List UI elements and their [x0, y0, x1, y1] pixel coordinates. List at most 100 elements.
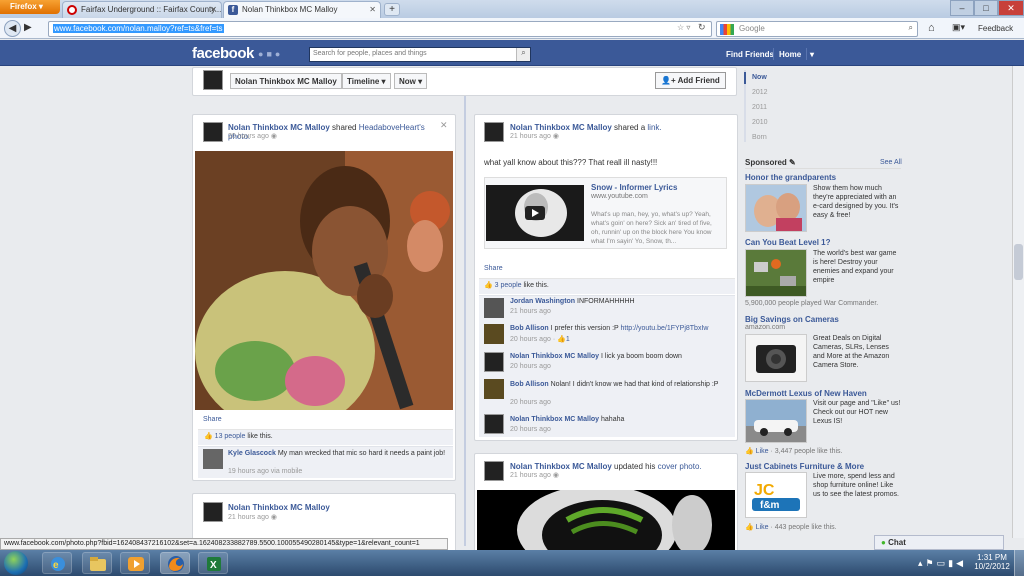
new-tab-button[interactable]: + — [384, 3, 400, 16]
post-avatar[interactable] — [484, 461, 504, 481]
add-friend-button[interactable]: 👤+ Add Friend — [655, 72, 726, 89]
ad-image[interactable] — [745, 249, 807, 297]
year-nav-2011[interactable]: 2011 — [752, 104, 767, 111]
maximize-window-icon[interactable]: □ — [974, 0, 998, 16]
tray-arrow-icon[interactable]: ▴ — [918, 558, 926, 568]
comment-author-link[interactable]: Nolan Thinkbox MC Malloy — [510, 416, 599, 423]
show-desktop-button[interactable] — [1014, 550, 1024, 576]
tab-fairfax[interactable]: Fairfax Underground :: Fairfax County...… — [62, 1, 222, 18]
ad-title[interactable]: Big Savings on Cameras — [745, 315, 839, 324]
bookmarks-icon[interactable]: ▣▾ — [952, 22, 965, 33]
display-icon[interactable]: ▭ — [937, 558, 949, 568]
share-link[interactable]: Share — [484, 265, 503, 272]
account-menu-chevron-down-icon[interactable]: ▾ — [810, 50, 814, 59]
comment-author-link[interactable]: Nolan Thinkbox MC Malloy — [510, 353, 599, 360]
comment-avatar[interactable] — [484, 324, 504, 344]
home-icon[interactable]: ⌂ — [928, 22, 935, 34]
messages-icon[interactable]: ■ — [266, 49, 274, 59]
ad-title[interactable]: Can You Beat Level 1? — [745, 238, 831, 247]
system-clock[interactable]: 1:31 PM 10/2/2012 — [974, 553, 1010, 571]
link-title[interactable]: Snow - Informer Lyrics — [591, 183, 677, 192]
likes-link[interactable]: 13 people — [215, 433, 246, 440]
post-target-link[interactable]: cover photo. — [658, 462, 702, 471]
post-avatar[interactable] — [203, 122, 223, 142]
post-time[interactable]: 21 hours ago ◉ — [510, 471, 559, 479]
home-link[interactable]: Home — [779, 50, 801, 59]
comment-author-link[interactable]: Bob Allison — [510, 325, 549, 332]
media-player-icon[interactable] — [120, 552, 150, 574]
find-friends-link[interactable]: Find Friends — [726, 50, 774, 59]
page-scrollbar[interactable] — [1012, 66, 1024, 538]
year-nav-born[interactable]: Born — [752, 134, 767, 141]
year-nav-now[interactable]: Now — [752, 74, 767, 81]
flag-icon[interactable]: ⚑ — [926, 558, 937, 568]
post-avatar[interactable] — [203, 502, 223, 522]
feedback-button[interactable]: Feedback — [978, 24, 1013, 33]
tray-icons[interactable]: ▴⚑▭▮◀ — [918, 558, 966, 569]
close-tab-icon[interactable]: ✕ — [369, 5, 376, 14]
profile-avatar[interactable] — [203, 70, 223, 90]
search-bar[interactable]: Google ⌕ — [716, 21, 918, 37]
scrollbar-thumb[interactable] — [1014, 244, 1023, 280]
ad-image[interactable] — [745, 184, 807, 232]
post-target-link[interactable]: link. — [647, 123, 661, 132]
ad-like-link[interactable]: Like — [756, 448, 769, 455]
network-icon[interactable]: ▮ — [948, 558, 956, 568]
volume-icon[interactable]: ◀ — [956, 558, 966, 568]
post-time[interactable]: 21 hours ago ◉ — [510, 132, 559, 140]
shared-photo[interactable] — [195, 151, 453, 410]
comment-author-link[interactable]: Bob Allison — [510, 381, 549, 388]
post-author-link[interactable]: Nolan Thinkbox MC Malloy — [228, 123, 330, 132]
tab-facebook[interactable]: f Nolan Thinkbox MC Malloy ✕ — [223, 1, 381, 18]
video-thumbnail[interactable] — [486, 185, 584, 241]
facebook-logo[interactable]: facebook — [192, 45, 254, 62]
cover-photo[interactable] — [477, 490, 735, 550]
share-link[interactable]: Share — [203, 416, 222, 423]
post-author-link[interactable]: Nolan Thinkbox MC Malloy — [228, 503, 330, 512]
search-icon[interactable]: ⌕ — [516, 48, 530, 61]
post-author-link[interactable]: Nolan Thinkbox MC Malloy — [510, 462, 612, 471]
comment-avatar[interactable] — [484, 298, 504, 318]
thumbs-up-icon[interactable]: 👍 — [557, 336, 566, 343]
file-explorer-icon[interactable] — [82, 552, 112, 574]
post-avatar[interactable] — [484, 122, 504, 142]
fb-search-input[interactable]: Search for people, places and things ⌕ — [309, 47, 531, 62]
see-all-link[interactable]: See All — [880, 159, 902, 166]
close-tab-icon[interactable]: ✕ — [210, 5, 217, 14]
notification-icons[interactable]: ●■● — [258, 49, 283, 59]
comment-like-count[interactable]: 1 — [566, 336, 570, 343]
bookmark-star-icon[interactable]: ☆ ▿ — [677, 23, 690, 32]
reload-icon[interactable]: ↻ — [698, 22, 706, 33]
ad-title[interactable]: Honor the grandparents — [745, 173, 836, 182]
minimize-window-icon[interactable]: – — [950, 0, 974, 16]
year-nav-2012[interactable]: 2012 — [752, 89, 768, 96]
internet-explorer-icon[interactable]: e — [42, 552, 72, 574]
url-bar[interactable]: www.facebook.com/nolan.malloy?ref=ts&fre… — [48, 21, 712, 37]
chat-tab[interactable]: ● Chat — [874, 535, 1004, 550]
forward-arrow-icon[interactable]: ▶ — [24, 22, 32, 33]
post-time[interactable]: 21 hours ago ◉ — [228, 513, 277, 521]
notifications-icon[interactable]: ● — [275, 49, 283, 59]
profile-name-button[interactable]: Nolan Thinkbox MC Malloy — [230, 73, 342, 89]
ad-image[interactable]: JC f&m — [745, 472, 807, 518]
comment-author-link[interactable]: Jordan Washington — [510, 298, 575, 305]
timeline-dropdown[interactable]: Timeline ▾ — [342, 73, 391, 89]
firefox-menu-button[interactable]: Firefox ▾ — [0, 0, 60, 14]
ad-title[interactable]: Just Cabinets Furniture & More — [745, 462, 864, 471]
year-nav-2010[interactable]: 2010 — [752, 119, 768, 126]
close-icon[interactable]: ✕ — [440, 120, 448, 131]
firefox-taskbar-icon[interactable] — [160, 552, 190, 574]
comment-avatar[interactable] — [484, 414, 504, 434]
ad-image[interactable] — [745, 334, 807, 382]
comment-avatar[interactable] — [484, 352, 504, 372]
close-window-icon[interactable]: ✕ — [998, 0, 1024, 16]
comment-avatar[interactable] — [484, 379, 504, 399]
likes-link[interactable]: 3 people — [495, 282, 522, 289]
now-dropdown[interactable]: Now ▾ — [394, 73, 428, 89]
ad-title[interactable]: McDermott Lexus of New Haven — [745, 389, 867, 398]
search-icon[interactable]: ⌕ — [909, 23, 913, 33]
comment-link[interactable]: http://youtu.be/1FYPj8TbxIw — [621, 325, 709, 332]
back-arrow-icon[interactable]: ◀ — [4, 20, 21, 37]
windows-start-icon[interactable] — [4, 551, 28, 575]
ad-like-link[interactable]: Like — [756, 524, 769, 531]
